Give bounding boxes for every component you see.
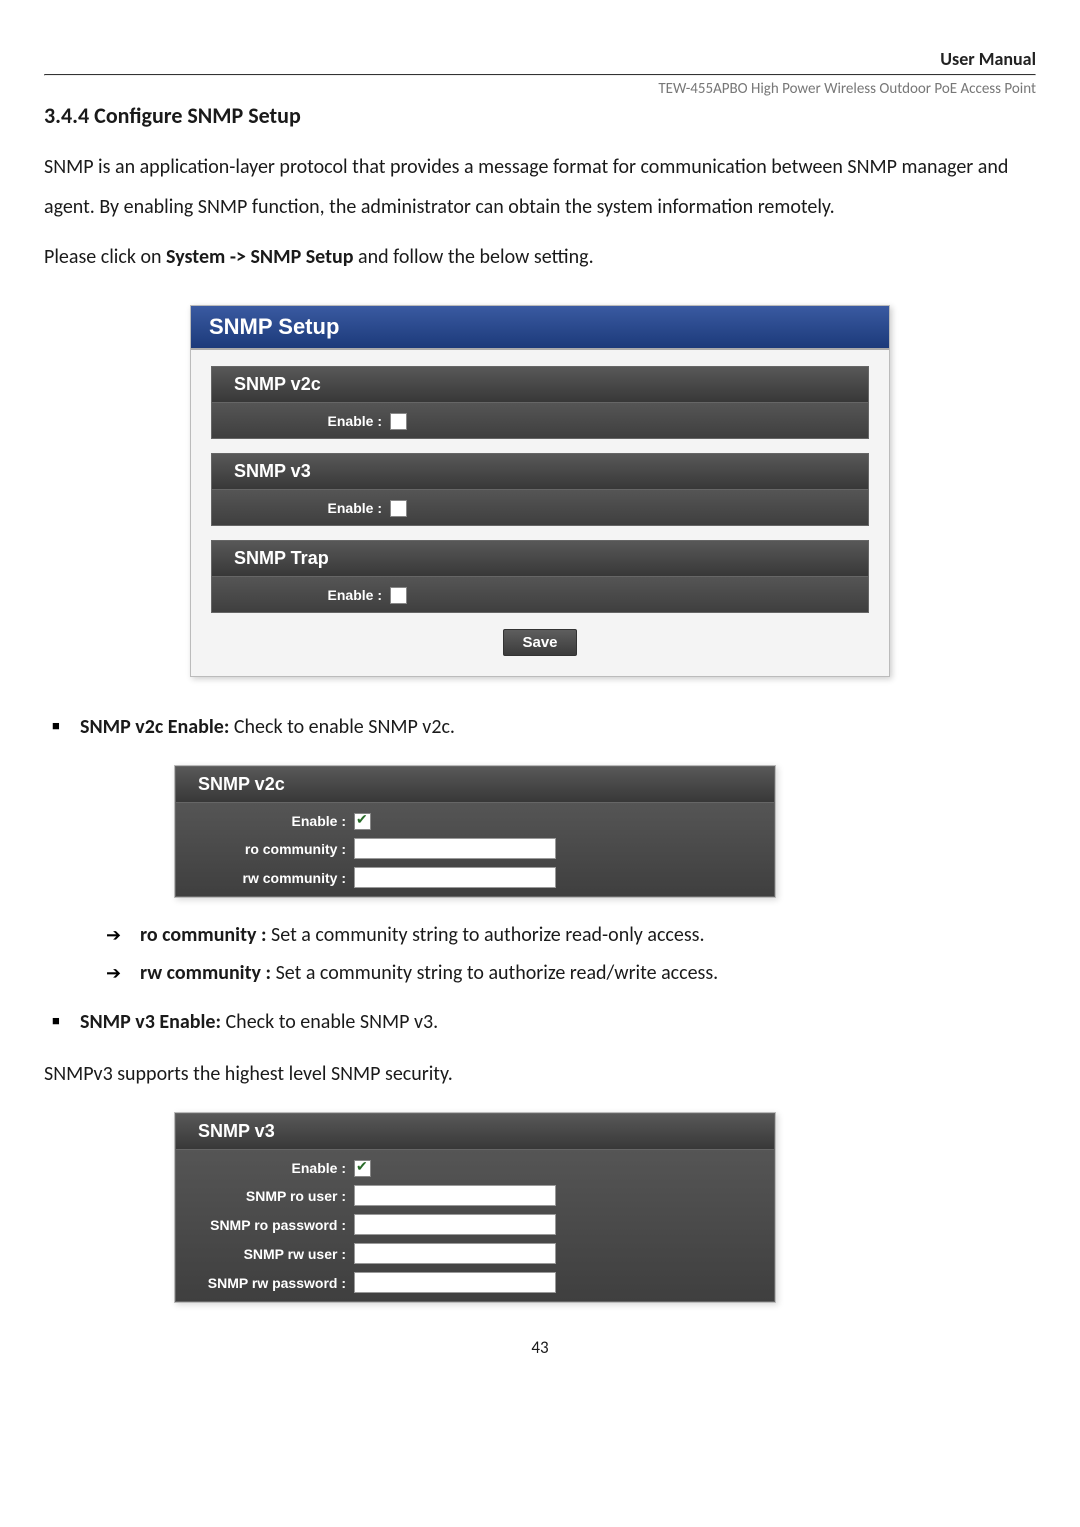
nav-bold: System -> SNMP Setup	[166, 245, 353, 269]
v2c-enable-label: Enable :	[212, 413, 388, 429]
v3-ropass-row: SNMP ro password :	[176, 1210, 774, 1239]
bullet-v2c-enable: SNMP v2c Enable: Check to enable SNMP v2…	[44, 707, 1036, 747]
arrow-ro-community: ro community : Set a community string to…	[70, 916, 1036, 954]
v2c-rw-row: rw community :	[176, 863, 774, 892]
trap-enable-checkbox[interactable]	[390, 587, 407, 604]
snmp-rw-user-input[interactable]	[354, 1243, 556, 1264]
v3-rouser-row: SNMP ro user :	[176, 1181, 774, 1210]
snmp-trap-header: SNMP Trap	[211, 540, 869, 577]
bullet-v2c-text: Check to enable SNMP v2c.	[229, 715, 455, 739]
trap-enable-label: Enable :	[212, 587, 388, 603]
snmp-trap-body: Enable :	[211, 577, 869, 613]
bullet-v3-enable: SNMP v3 Enable: Check to enable SNMP v3.	[44, 1002, 1036, 1042]
v3-exp-enable-row: Enable :	[176, 1154, 774, 1181]
page-number: 43	[44, 1337, 1036, 1358]
nav-pre: Please click on	[44, 245, 166, 269]
save-row: Save	[211, 623, 869, 656]
header-divider	[44, 74, 1036, 76]
bullet-v3-bold: SNMP v3 Enable:	[80, 1010, 221, 1034]
snmp-rw-password-input[interactable]	[354, 1272, 556, 1293]
snmp-v2c-expanded-panel: SNMP v2c Enable : ro community : rw comm…	[174, 765, 776, 898]
v2c-exp-enable-checkbox[interactable]	[354, 813, 371, 830]
section-heading: 3.4.4 Configure SNMP Setup	[44, 102, 1036, 129]
snmp-v3-expanded-panel: SNMP v3 Enable : SNMP ro user : SNMP ro …	[174, 1112, 776, 1303]
bullet-v2c-bold: SNMP v2c Enable:	[80, 715, 229, 739]
v2c-ro-row: ro community :	[176, 834, 774, 863]
v2c-enable-checkbox[interactable]	[390, 413, 407, 430]
arrow-rw-community: rw community : Set a community string to…	[70, 954, 1036, 992]
snmp-v2c-body: Enable :	[211, 403, 869, 439]
v3-rwpass-label: SNMP rw password :	[176, 1275, 352, 1291]
v2c-exp-body: Enable : ro community : rw community :	[175, 803, 775, 897]
snmp-ro-user-input[interactable]	[354, 1185, 556, 1206]
arrow-ro-text: Set a community string to authorize read…	[267, 923, 705, 947]
product-name: TEW-455APBO High Power Wireless Outdoor …	[44, 80, 1036, 98]
v2c-exp-enable-label: Enable :	[176, 813, 352, 829]
snmp-v2c-header: SNMP v2c	[211, 366, 869, 403]
v2c-ro-label: ro community :	[176, 841, 352, 857]
v3-enable-row: Enable :	[212, 494, 868, 521]
arrow-ro-bold: ro community :	[140, 923, 267, 947]
snmp-v3-header: SNMP v3	[211, 453, 869, 490]
intro-paragraph: SNMP is an application-layer protocol th…	[44, 147, 1036, 227]
snmp-setup-panel: SNMP Setup SNMP v2c Enable : SNMP v3 Ena…	[190, 305, 890, 677]
v3-ropass-label: SNMP ro password :	[176, 1217, 352, 1233]
save-button[interactable]: Save	[503, 629, 576, 656]
trap-enable-row: Enable :	[212, 581, 868, 608]
arrow-rw-bold: rw community :	[140, 961, 271, 985]
v3-exp-body: Enable : SNMP ro user : SNMP ro password…	[175, 1150, 775, 1302]
v3-enable-checkbox[interactable]	[390, 500, 407, 517]
v3-exp-header: SNMP v3	[175, 1113, 775, 1150]
v3-security-text: SNMPv3 supports the highest level SNMP s…	[44, 1054, 1036, 1094]
nav-instruction: Please click on System -> SNMP Setup and…	[44, 237, 1036, 277]
v2c-exp-enable-row: Enable :	[176, 807, 774, 834]
nav-post: and follow the below setting.	[354, 245, 594, 269]
v3-rwpass-row: SNMP rw password :	[176, 1268, 774, 1297]
v3-rwuser-label: SNMP rw user :	[176, 1246, 352, 1262]
arrow-rw-text: Set a community string to authorize read…	[271, 961, 718, 985]
snmp-ro-password-input[interactable]	[354, 1214, 556, 1235]
bullet-v3-text: Check to enable SNMP v3.	[221, 1010, 438, 1034]
v2c-exp-header: SNMP v2c	[175, 766, 775, 803]
ro-community-input[interactable]	[354, 838, 556, 859]
snmp-v3-body: Enable :	[211, 490, 869, 526]
v3-enable-label: Enable :	[212, 500, 388, 516]
v3-rouser-label: SNMP ro user :	[176, 1188, 352, 1204]
v3-exp-enable-checkbox[interactable]	[354, 1160, 371, 1177]
panel-title: SNMP Setup	[191, 306, 889, 350]
v2c-enable-row: Enable :	[212, 407, 868, 434]
header-user-manual: User Manual	[44, 48, 1036, 70]
panel-body: SNMP v2c Enable : SNMP v3 Enable : SNMP …	[191, 350, 889, 676]
v2c-rw-label: rw community :	[176, 870, 352, 886]
v3-exp-enable-label: Enable :	[176, 1160, 352, 1176]
v3-rwuser-row: SNMP rw user :	[176, 1239, 774, 1268]
rw-community-input[interactable]	[354, 867, 556, 888]
